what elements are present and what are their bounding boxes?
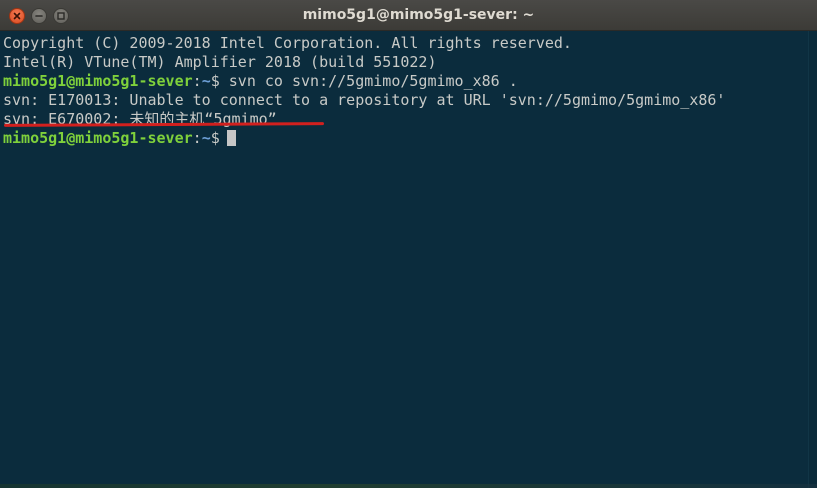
terminal-output[interactable]: Copyright (C) 2009-2018 Intel Corporatio…: [0, 31, 817, 488]
text-cursor: [226, 130, 236, 146]
error-line: svn: E170013: Unable to connect to a rep…: [3, 91, 726, 109]
active-prompt-line[interactable]: mimo5g1@mimo5g1-sever:~$: [3, 129, 236, 148]
command-line: mimo5g1@mimo5g1-sever:~$ svn co svn://5g…: [3, 72, 518, 91]
scrollbar[interactable]: [808, 31, 817, 488]
window-title: mimo5g1@mimo5g1-sever: ~: [302, 7, 535, 23]
prompt-separator: :: [192, 129, 202, 147]
prompt-symbol: $: [210, 129, 220, 147]
bottom-edge: [0, 484, 817, 488]
command-text: svn co svn://5gmimo/5gmimo_x86 .: [219, 72, 518, 90]
prompt-symbol: $: [210, 72, 220, 90]
title-bar[interactable]: mimo5g1@mimo5g1-sever: ~: [0, 0, 817, 31]
output-line: Copyright (C) 2009-2018 Intel Corporatio…: [3, 34, 572, 52]
output-line: Intel(R) VTune(TM) Amplifier 2018 (build…: [3, 53, 437, 71]
prompt-user: mimo5g1@mimo5g1-sever: [3, 129, 193, 147]
prompt-path: ~: [201, 129, 211, 147]
terminal-window: mimo5g1@mimo5g1-sever: ~ Copyright (C) 2…: [0, 0, 817, 488]
prompt-separator: :: [192, 72, 202, 90]
prompt-path: ~: [201, 72, 211, 90]
prompt-user: mimo5g1@mimo5g1-sever: [3, 72, 193, 90]
